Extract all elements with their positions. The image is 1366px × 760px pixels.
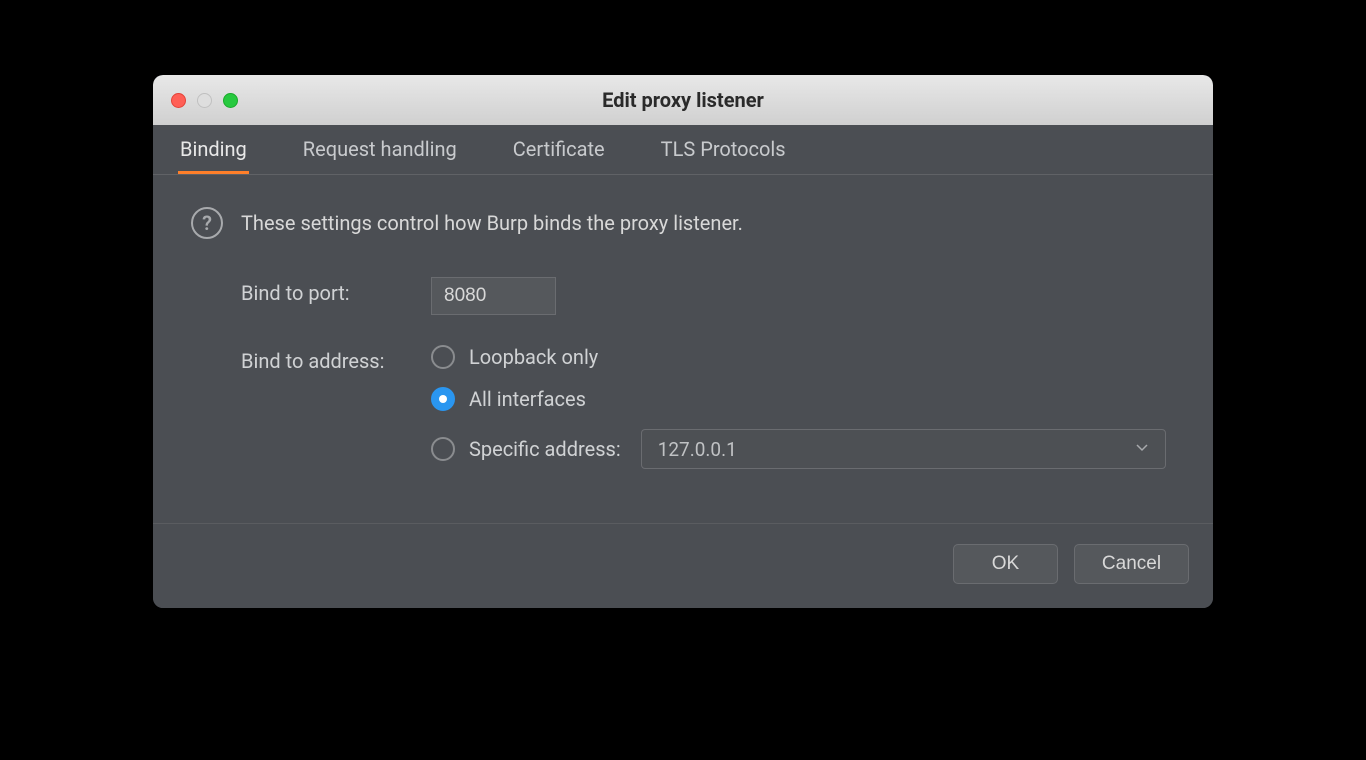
description-text: These settings control how Burp binds th… — [241, 211, 743, 235]
radio-all-interfaces[interactable] — [431, 387, 455, 411]
radio-group: Loopback only All interfaces Specific ad… — [431, 345, 1166, 469]
cancel-button[interactable]: Cancel — [1074, 544, 1189, 584]
content-panel: ? These settings control how Burp binds … — [153, 175, 1213, 523]
description-row: ? These settings control how Burp binds … — [191, 207, 1175, 239]
dialog-window: Edit proxy listener Binding Request hand… — [153, 75, 1213, 608]
radio-loopback[interactable] — [431, 345, 455, 369]
minimize-icon[interactable] — [197, 93, 212, 108]
tab-binding[interactable]: Binding — [178, 125, 249, 174]
tab-certificate[interactable]: Certificate — [511, 125, 607, 174]
dialog-footer: OK Cancel — [153, 523, 1213, 608]
radio-option-specific: Specific address: 127.0.0.1 — [431, 429, 1166, 469]
radio-all-label: All interfaces — [469, 387, 586, 411]
radio-option-loopback: Loopback only — [431, 345, 1166, 369]
radio-specific-address[interactable] — [431, 437, 455, 461]
window-title: Edit proxy listener — [602, 88, 764, 112]
address-row: Bind to address: Loopback only All inter… — [241, 345, 1175, 469]
titlebar: Edit proxy listener — [153, 75, 1213, 125]
tab-request-handling[interactable]: Request handling — [301, 125, 459, 174]
tab-tls-protocols[interactable]: TLS Protocols — [659, 125, 788, 174]
select-value: 127.0.0.1 — [658, 438, 737, 461]
help-icon[interactable]: ? — [191, 207, 223, 239]
radio-specific-label: Specific address: — [469, 437, 621, 461]
port-label: Bind to port: — [241, 277, 431, 305]
radio-option-all: All interfaces — [431, 387, 1166, 411]
traffic-lights — [171, 93, 238, 108]
specific-address-select[interactable]: 127.0.0.1 — [641, 429, 1166, 469]
maximize-icon[interactable] — [223, 93, 238, 108]
port-input[interactable] — [431, 277, 556, 315]
chevron-down-icon — [1135, 440, 1149, 458]
ok-button[interactable]: OK — [953, 544, 1058, 584]
tabbar: Binding Request handling Certificate TLS… — [153, 125, 1213, 175]
close-icon[interactable] — [171, 93, 186, 108]
radio-loopback-label: Loopback only — [469, 345, 598, 369]
address-label: Bind to address: — [241, 345, 431, 373]
form-area: Bind to port: Bind to address: Loopback … — [191, 277, 1175, 469]
port-row: Bind to port: — [241, 277, 1175, 315]
